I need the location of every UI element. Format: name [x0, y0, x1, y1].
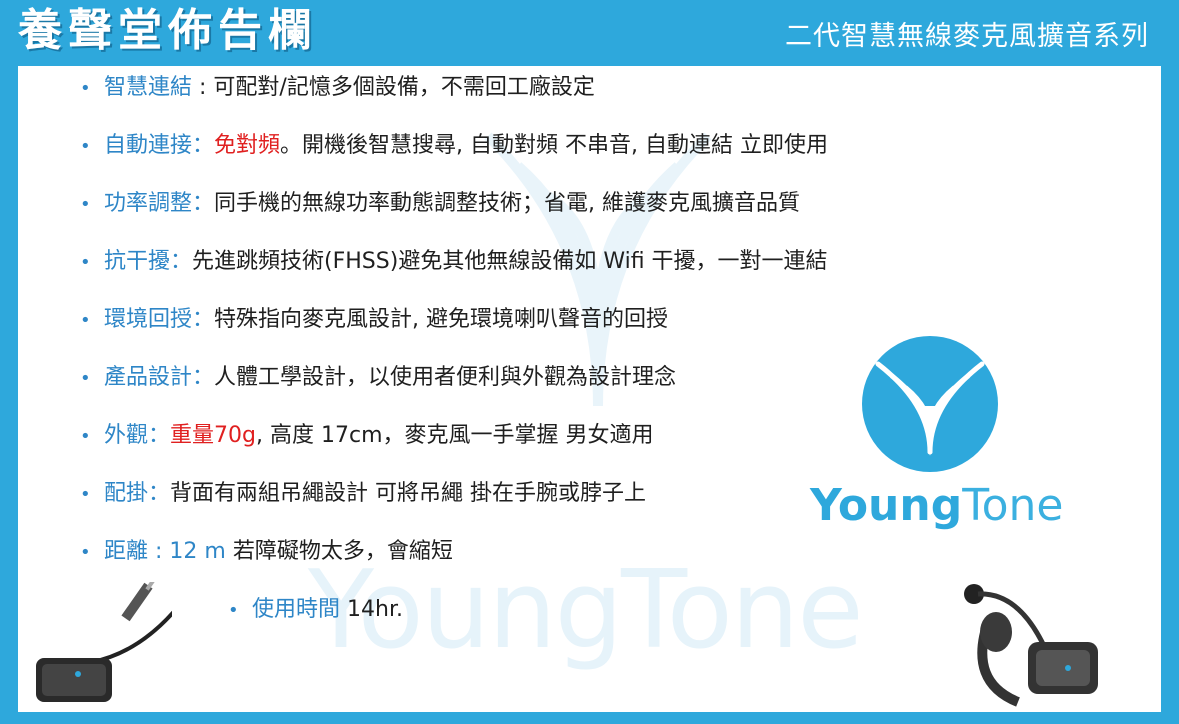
bullet-icon: •: [80, 136, 91, 157]
list-item: • 自動連接：免對頻。開機後智慧搜尋, 自動對頻 不串音, 自動連結 立即使用: [80, 132, 828, 161]
bullet-icon: •: [80, 484, 91, 505]
bullet-icon: •: [228, 600, 239, 621]
bullet-icon: •: [80, 542, 91, 563]
list-item: • 抗干擾：先進跳頻技術(FHSS)避免其他無線設備如 Wifi 干擾，一對一連結: [80, 248, 828, 277]
list-item: • 產品設計：人體工學設計，以使用者便利與外觀為設計理念: [80, 364, 676, 393]
bullet-icon: •: [80, 368, 91, 389]
headset-mic-icon: [964, 584, 1098, 707]
bullet-icon: •: [80, 78, 91, 99]
bullet-icon: •: [80, 252, 91, 273]
list-item: • 功率調整：同手機的無線功率動態調整技術；省電, 維護麥克風擴音品質: [80, 190, 800, 219]
bullet-icon: •: [80, 310, 91, 331]
page-title: 養聲堂佈告欄: [18, 5, 318, 56]
adapter-device-icon: [36, 582, 172, 702]
list-item: • 智慧連結 : 可配對/記憶多個設備，不需回工廠設定: [80, 74, 595, 103]
bullet-icon: •: [80, 194, 91, 215]
list-item: • 配掛：背面有兩組吊繩設計 可將吊繩 掛在手腕或脖子上: [80, 480, 646, 509]
list-item: • 環境回授：特殊指向麥克風設計, 避免環境喇叭聲音的回授: [80, 306, 668, 335]
page-subtitle: 二代智慧無線麥克風擴音系列: [785, 21, 1149, 52]
list-item: • 外觀：重量70g, 高度 17cm，麥克風一手掌握 男女適用: [80, 422, 654, 451]
brand-name: YoungTone: [810, 480, 1064, 531]
young-tone-logo-icon: [862, 336, 998, 472]
content-panel: YoungTone • 智慧連結 : 可配對/記憶多個設備，不需回工廠設定 • 自動…: [18, 66, 1161, 712]
bullet-icon: •: [80, 426, 91, 447]
list-item: • 距離 : 12 m 若障礙物太多，會縮短: [80, 538, 453, 567]
list-item: • 使用時間 14hr.: [228, 596, 403, 625]
